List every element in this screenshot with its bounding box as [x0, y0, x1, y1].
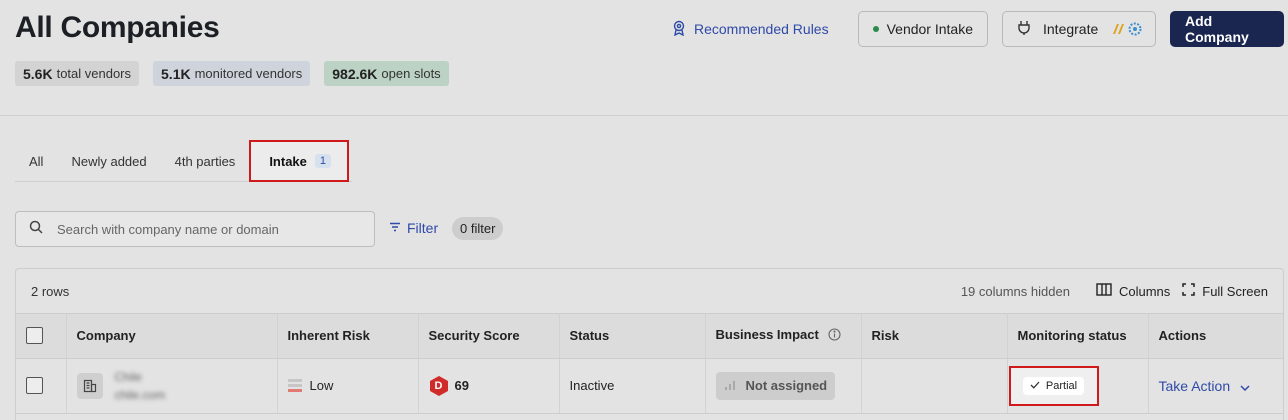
stats-bar: 5.6K total vendors 5.1K monitored vendor… [15, 61, 449, 86]
header-actions: Recommended Rules Vendor Intake Integrat… [672, 11, 1284, 47]
security-score-value: 69 [454, 378, 469, 393]
info-icon[interactable] [828, 328, 842, 344]
monitoring-status-cell: Partial [1007, 358, 1149, 414]
tab-4th-parties[interactable]: 4th parties [161, 140, 250, 182]
tab-bar: All Newly added 4th parties Intake 1 [15, 140, 350, 182]
partner-logo-icon [1113, 24, 1125, 34]
company-name-block: Chile chile.com [115, 368, 166, 404]
business-impact-badge[interactable]: Not assigned [715, 371, 836, 400]
columns-label: Columns [1118, 283, 1171, 299]
filter-count-badge[interactable]: 0 filter [452, 217, 504, 240]
table-toolbar: 2 rows 19 columns hidden Columns Full Sc… [16, 269, 1283, 314]
tab-newly-added[interactable]: Newly added [57, 140, 160, 182]
column-header-risk[interactable]: Risk [861, 314, 1008, 359]
grade-letter: D [434, 379, 443, 392]
award-icon [672, 20, 686, 39]
companies-table: Company Inherent Risk Security Score Sta… [16, 314, 1283, 414]
company-domain: chile.com [114, 387, 166, 402]
fullscreen-button[interactable]: Full Screen [1182, 283, 1268, 299]
select-all-checkbox[interactable] [26, 327, 43, 345]
monitored-vendors-value: 5.1K [161, 65, 191, 82]
row-count: 2 rows [31, 283, 70, 299]
row-select-cell [16, 358, 67, 414]
column-header-actions: Actions [1148, 314, 1283, 359]
open-slots-value: 982.6K [332, 65, 378, 82]
monitoring-status-highlight: Partial [1008, 365, 1099, 406]
open-slots-label: open slots [381, 66, 441, 81]
table-row[interactable]: Chile chile.com Low D 69 Inactive Not as… [16, 358, 1283, 414]
tab-intake-count: 1 [314, 154, 332, 168]
column-header-inherent-risk[interactable]: Inherent Risk [277, 314, 419, 359]
companies-table-card: 2 rows 19 columns hidden Columns Full Sc… [15, 268, 1284, 420]
business-impact-cell: Not assigned [705, 358, 862, 414]
tab-intake-label: Intake [269, 153, 307, 169]
table-header-row: Company Inherent Risk Security Score Sta… [16, 314, 1283, 359]
monitored-vendors-label: monitored vendors [194, 66, 303, 81]
recommended-rules-link[interactable]: Recommended Rules [672, 20, 829, 39]
search-input[interactable] [57, 221, 357, 237]
chevron-down-icon [1240, 378, 1250, 394]
total-vendors-label: total vendors [56, 66, 132, 81]
header-divider [0, 115, 1288, 116]
status-cell: Inactive [559, 358, 706, 414]
gear-logo-icon [1128, 22, 1142, 36]
company-cell[interactable]: Chile chile.com [66, 358, 278, 414]
column-header-company[interactable]: Company [66, 314, 278, 359]
add-company-button[interactable]: Add Company [1170, 11, 1284, 47]
check-icon [1030, 380, 1040, 392]
filter-button[interactable]: Filter [389, 220, 438, 236]
search-icon [29, 220, 43, 239]
tab-all[interactable]: All [15, 140, 57, 182]
page-title: All Companies [15, 11, 220, 44]
row-checkbox[interactable] [26, 377, 43, 395]
column-header-status[interactable]: Status [559, 314, 706, 359]
column-header-security-score[interactable]: Security Score [418, 314, 560, 359]
take-action-button[interactable]: Take Action [1159, 378, 1251, 394]
status-dot-icon [872, 26, 879, 32]
monitored-vendors-stat: 5.1K monitored vendors [153, 61, 311, 86]
search-box [15, 211, 375, 247]
plug-icon [1017, 20, 1031, 39]
actions-cell: Take Action [1148, 358, 1283, 414]
risk-level-icon [287, 379, 302, 392]
hidden-columns-count: 19 columns hidden [960, 283, 1070, 299]
integrate-label: Integrate [1043, 21, 1099, 37]
integration-logos [1112, 22, 1142, 36]
tab-intake[interactable]: Intake 1 [249, 140, 350, 182]
risk-cell [861, 358, 1008, 414]
business-impact-value: Not assigned [745, 378, 828, 393]
vendor-intake-label: Vendor Intake [886, 21, 973, 37]
recommended-rules-label: Recommended Rules [693, 21, 829, 37]
total-vendors-value: 5.6K [23, 65, 53, 82]
security-score-cell: D 69 [418, 358, 560, 414]
monitoring-status-value: Partial [1045, 379, 1078, 392]
columns-icon [1096, 283, 1112, 299]
filter-icon [389, 220, 401, 236]
fullscreen-label: Full Screen [1202, 283, 1268, 299]
filter-label: Filter [407, 220, 439, 236]
total-vendors-stat: 5.6K total vendors [15, 61, 140, 86]
grade-hexagon-icon: D [429, 375, 449, 397]
integrate-button[interactable]: Integrate [1002, 11, 1156, 47]
select-all-cell [16, 314, 67, 359]
open-slots-stat: 982.6K open slots [324, 61, 449, 86]
inherent-risk-value: Low [309, 378, 334, 393]
columns-button[interactable]: Columns [1096, 283, 1170, 299]
monitoring-status-badge[interactable]: Partial [1022, 376, 1085, 395]
signal-bars-icon [724, 378, 738, 393]
column-header-business-impact[interactable]: Business Impact [705, 314, 862, 359]
vendor-intake-button[interactable]: Vendor Intake [857, 11, 988, 47]
take-action-label: Take Action [1158, 377, 1231, 394]
inherent-risk-cell: Low [277, 358, 419, 414]
column-header-monitoring-status[interactable]: Monitoring status [1007, 314, 1149, 359]
fullscreen-icon [1182, 283, 1195, 299]
company-name: Chile [114, 369, 142, 384]
business-impact-header-label: Business Impact [715, 327, 819, 343]
building-icon [76, 372, 103, 399]
